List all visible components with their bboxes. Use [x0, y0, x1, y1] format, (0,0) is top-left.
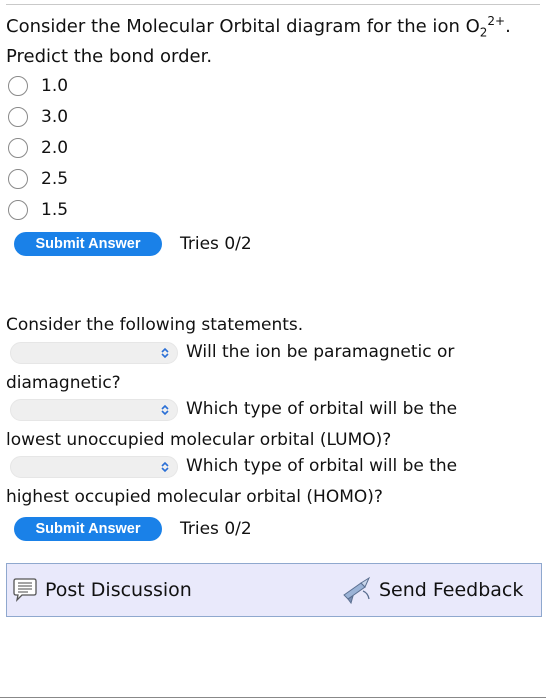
option-1-0[interactable]: 1.0: [8, 74, 68, 98]
statement-1-continuation: diamagnetic?: [6, 373, 121, 393]
statement-2-continuation: lowest unoccupied molecular orbital (LUM…: [6, 430, 392, 450]
top-divider: [6, 4, 540, 5]
statement-1-text: Will the ion be paramagnetic or: [186, 342, 455, 362]
send-feedback-link[interactable]: Send Feedback: [341, 564, 523, 616]
statement-3-text: Which type of orbital will be the: [186, 456, 458, 476]
radio-button[interactable]: [8, 76, 28, 96]
homo-select[interactable]: [10, 456, 178, 478]
option-label: 2.5: [41, 169, 69, 189]
question1-instruction: Predict the bond order.: [6, 46, 213, 67]
statement-3-continuation: highest occupied molecular orbital (HOMO…: [6, 487, 383, 507]
option-label: 1.5: [41, 200, 69, 220]
option-label: 3.0: [41, 107, 69, 127]
option-label: 1.0: [41, 76, 69, 96]
radio-button[interactable]: [8, 138, 28, 158]
option-3-0[interactable]: 3.0: [8, 105, 68, 129]
bottom-divider: [0, 697, 546, 698]
updown-chevron-icon: [161, 461, 169, 473]
send-feedback-label: Send Feedback: [379, 579, 524, 601]
tries-counter-1: Tries 0/2: [180, 234, 252, 254]
paramagnetic-select[interactable]: [10, 342, 178, 364]
post-discussion-label: Post Discussion: [45, 579, 192, 601]
question2-intro: Consider the following statements.: [6, 315, 304, 335]
updown-chevron-icon: [161, 347, 169, 359]
discussion-feedback-bar: Post Discussion Send Feedback: [6, 563, 542, 617]
updown-chevron-icon: [161, 404, 169, 416]
problem-page: Consider the Molecular Orbital diagram f…: [0, 0, 546, 700]
question1-prompt: Consider the Molecular Orbital diagram f…: [6, 14, 511, 40]
option-label: 2.0: [41, 138, 69, 158]
tries-counter-2: Tries 0/2: [180, 519, 252, 539]
submit-answer-button-2[interactable]: Submit Answer: [14, 517, 162, 541]
radio-button[interactable]: [8, 200, 28, 220]
radio-button[interactable]: [8, 169, 28, 189]
send-feedback-icon: [343, 576, 371, 605]
statement-2-text: Which type of orbital will be the: [186, 399, 458, 419]
radio-button[interactable]: [8, 107, 28, 127]
option-2-5[interactable]: 2.5: [8, 167, 68, 191]
lumo-select[interactable]: [10, 399, 178, 421]
submit-answer-button-1[interactable]: Submit Answer: [14, 232, 162, 256]
option-1-5[interactable]: 1.5: [8, 198, 68, 222]
option-2-0[interactable]: 2.0: [8, 136, 68, 160]
post-discussion-link[interactable]: Post Discussion: [11, 564, 192, 616]
discussion-bubble-icon: [13, 578, 37, 602]
